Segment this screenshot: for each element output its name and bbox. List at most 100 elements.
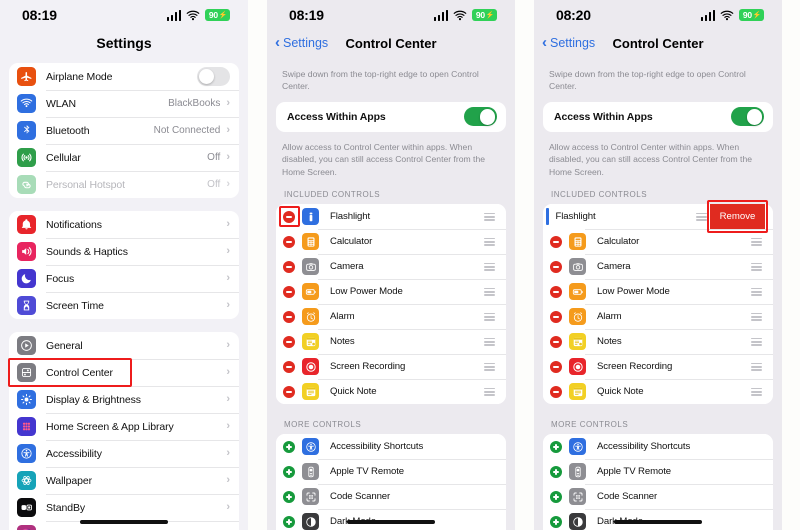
control-row-screen-recording[interactable]: Screen Recording (276, 354, 506, 380)
airplane-mode-toggle[interactable] (197, 67, 230, 86)
drag-handle-icon[interactable] (484, 262, 495, 271)
settings-row-bluetooth[interactable]: Bluetooth Not Connected › (9, 117, 239, 144)
add-control-button[interactable] (283, 440, 295, 453)
add-control-button[interactable] (283, 490, 295, 503)
control-row-low-power-mode[interactable]: Low Power Mode (276, 279, 506, 305)
drag-handle-icon[interactable] (484, 337, 495, 346)
control-row-code-scanner[interactable]: Code Scanner (276, 484, 506, 510)
remove-control-button[interactable] (283, 285, 295, 298)
control-row-apple-tv-remote[interactable]: Apple TV Remote (543, 459, 773, 485)
settings-list: Airplane Mode WLAN BlackBooks › Bluetooth Not… (0, 63, 248, 530)
settings-row-notifications[interactable]: Notifications › (9, 211, 239, 238)
drag-handle-icon[interactable] (751, 337, 762, 346)
back-to-settings-button[interactable]: ‹ Settings (542, 35, 595, 50)
settings-row-airplane-mode[interactable]: Airplane Mode (9, 63, 239, 90)
settings-row-label: Cellular (46, 151, 81, 164)
remove-control-button[interactable] (550, 335, 562, 348)
flashlight-icon (302, 208, 319, 226)
drag-handle-icon[interactable] (484, 362, 495, 371)
add-control-button[interactable] (550, 440, 562, 453)
drag-handle-icon[interactable] (751, 362, 762, 371)
settings-row-cellular[interactable]: Cellular Off › (9, 144, 239, 171)
settings-row-general[interactable]: General › (9, 332, 239, 359)
control-row-camera[interactable]: Camera (543, 254, 773, 280)
drag-handle-icon[interactable] (484, 287, 495, 296)
settings-row-home-screen-app-library[interactable]: Home Screen & App Library › (9, 413, 239, 440)
control-row-label: Alarm (597, 311, 622, 323)
remove-control-button[interactable] (550, 260, 562, 273)
remove-control-button[interactable] (283, 260, 295, 273)
remove-control-button[interactable] (550, 385, 562, 398)
drag-handle-icon[interactable] (751, 287, 762, 296)
add-control-button[interactable] (283, 465, 295, 478)
settings-row-wlan[interactable]: WLAN BlackBooks › (9, 90, 239, 117)
drag-handle-icon[interactable] (484, 237, 495, 246)
control-row-notes[interactable]: Notes (276, 329, 506, 355)
drag-handle-icon[interactable] (484, 387, 495, 396)
remove-button[interactable]: Remove (710, 204, 765, 230)
settings-row-label: Personal Hotspot (46, 178, 125, 191)
remove-control-button[interactable] (283, 310, 295, 323)
drag-handle-icon[interactable] (751, 262, 762, 271)
control-row-apple-tv-remote[interactable]: Apple TV Remote (276, 459, 506, 485)
drag-handle-icon[interactable] (484, 312, 495, 321)
camera-icon (302, 258, 319, 276)
more-controls-caption: MORE CONTROLS (551, 420, 629, 430)
remove-control-button[interactable] (550, 360, 562, 373)
drag-handle-icon[interactable] (696, 212, 707, 221)
drag-handle-icon[interactable] (751, 312, 762, 321)
control-row-calculator[interactable]: Calculator (543, 229, 773, 255)
drag-handle-icon[interactable] (484, 212, 495, 221)
control-row-accessibility-shortcuts[interactable]: Accessibility Shortcuts (543, 434, 773, 460)
remove-control-button[interactable] (550, 285, 562, 298)
access-within-apps-toggle[interactable] (731, 107, 764, 127)
home-indicator (80, 520, 168, 524)
control-row-quick-note[interactable]: Quick Note (543, 379, 773, 405)
remove-control-button[interactable] (550, 310, 562, 323)
control-row-screen-recording[interactable]: Screen Recording (543, 354, 773, 380)
drag-handle-icon[interactable] (751, 237, 762, 246)
settings-row-control-center[interactable]: Control Center › (9, 359, 239, 386)
remove-control-button[interactable] (283, 335, 295, 348)
drag-handle-icon[interactable] (751, 387, 762, 396)
bluetooth-icon (17, 121, 36, 140)
add-control-button[interactable] (550, 490, 562, 503)
remove-control-button[interactable] (550, 235, 562, 248)
settings-row-personal-hotspot[interactable]: Personal Hotspot Off › (9, 171, 239, 198)
add-control-button[interactable] (550, 465, 562, 478)
control-row-flashlight[interactable]: Flashlight (276, 204, 506, 230)
control-row-label: Apple TV Remote (330, 466, 405, 478)
control-row-camera[interactable]: Camera (276, 254, 506, 280)
control-row-code-scanner[interactable]: Code Scanner (543, 484, 773, 510)
control-row-accessibility-shortcuts[interactable]: Accessibility Shortcuts (276, 434, 506, 460)
back-to-settings-button[interactable]: ‹ Settings (275, 35, 328, 50)
remove-control-button[interactable] (283, 385, 295, 398)
settings-row-label: Notifications (46, 218, 102, 231)
access-within-apps-row[interactable]: Access Within Apps (276, 102, 506, 132)
control-row-low-power-mode[interactable]: Low Power Mode (543, 279, 773, 305)
settings-row-wallpaper[interactable]: Wallpaper › (9, 467, 239, 494)
control-row-quick-note[interactable]: Quick Note (276, 379, 506, 405)
control-row-alarm[interactable]: Alarm (543, 304, 773, 330)
control-row-flashlight-swiped[interactable]: Flashlight Remove (543, 204, 773, 230)
settings-row-label: Screen Time (46, 299, 104, 312)
calculator-icon (569, 233, 586, 251)
settings-row-accessibility[interactable]: Accessibility › (9, 440, 239, 467)
access-within-apps-toggle[interactable] (464, 107, 497, 127)
access-within-apps-row[interactable]: Access Within Apps (543, 102, 773, 132)
control-row-notes[interactable]: Notes (543, 329, 773, 355)
control-row-alarm[interactable]: Alarm (276, 304, 506, 330)
settings-row-display-brightness[interactable]: Display & Brightness › (9, 386, 239, 413)
settings-row-focus[interactable]: Focus › (9, 265, 239, 292)
settings-row-screen-time[interactable]: Screen Time › (9, 292, 239, 319)
dark-mode-icon (302, 513, 319, 530)
settings-row-standby[interactable]: StandBy › (9, 494, 239, 521)
control-row-calculator[interactable]: Calculator (276, 229, 506, 255)
add-control-button[interactable] (550, 515, 562, 528)
remove-control-button[interactable] (283, 210, 295, 223)
status-indicators: 90 ⚡ (433, 9, 497, 21)
settings-row-sounds-haptics[interactable]: Sounds & Haptics › (9, 238, 239, 265)
remove-control-button[interactable] (283, 360, 295, 373)
remove-control-button[interactable] (283, 235, 295, 248)
add-control-button[interactable] (283, 515, 295, 528)
